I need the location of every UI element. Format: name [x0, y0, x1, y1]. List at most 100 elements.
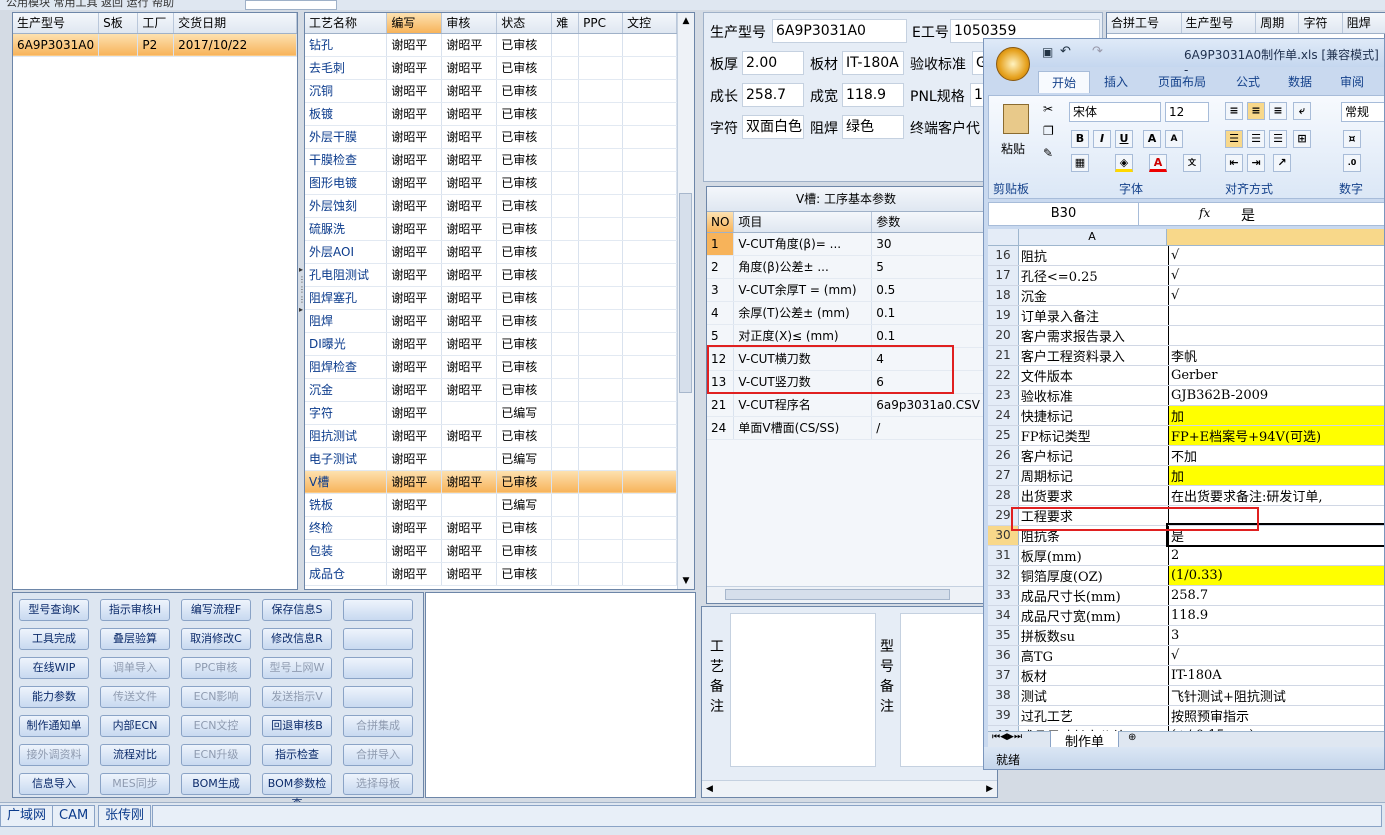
align-center-icon[interactable]: ☰: [1247, 130, 1265, 148]
cell-a[interactable]: 文件版本: [1018, 365, 1169, 386]
grow-font-icon[interactable]: A: [1143, 130, 1161, 148]
row-header[interactable]: 31: [988, 545, 1019, 566]
process-col-header[interactable]: 工艺名称: [305, 13, 388, 34]
row-header[interactable]: 17: [988, 265, 1019, 286]
cell-b[interactable]: √: [1168, 265, 1384, 286]
combo-col-header[interactable]: 周期: [1255, 13, 1300, 34]
cell-b[interactable]: [1168, 305, 1384, 326]
action-button[interactable]: ECN升级: [181, 744, 251, 766]
combo-col-header[interactable]: 阻焊: [1342, 13, 1385, 34]
shrink-font-icon[interactable]: A: [1165, 130, 1183, 148]
name-box[interactable]: B30: [989, 203, 1139, 225]
row-header[interactable]: 32: [988, 565, 1019, 586]
sheet-row[interactable]: 26 客户标记 不加: [988, 445, 1384, 466]
ribbon-tab[interactable]: 数据: [1274, 71, 1326, 93]
cell-a[interactable]: 快捷标记: [1018, 405, 1169, 426]
align-bottom-icon[interactable]: ≡: [1269, 102, 1287, 120]
action-button[interactable]: 能力参数: [19, 686, 89, 708]
action-button[interactable]: 内部ECN: [100, 715, 170, 737]
action-button[interactable]: 制作通知单: [19, 715, 89, 737]
sheet-row[interactable]: 36 高TG √: [988, 645, 1384, 666]
cell-b[interactable]: 118.9: [1168, 605, 1384, 626]
sheet-row[interactable]: 24 快捷标记加: [988, 405, 1384, 426]
action-button[interactable]: 流程对比: [100, 744, 170, 766]
action-button[interactable]: BOM生成: [181, 773, 251, 795]
sheet-row[interactable]: 22 文件版本 Gerber: [988, 365, 1384, 386]
cell-b[interactable]: 不加: [1168, 445, 1384, 466]
process-row[interactable]: 铣板 谢昭平 已编写: [305, 493, 677, 517]
row-header[interactable]: 37: [988, 665, 1019, 686]
action-button[interactable]: 修改信息R: [262, 628, 332, 650]
row-header[interactable]: 16: [988, 245, 1019, 266]
cell-a[interactable]: 拼板数su: [1018, 625, 1169, 646]
action-button[interactable]: PPC审核: [181, 657, 251, 679]
row-header[interactable]: 28: [988, 485, 1019, 506]
action-button[interactable]: [343, 599, 413, 621]
align-right-icon[interactable]: ☰: [1269, 130, 1287, 148]
process-row[interactable]: 沉金 谢昭平 谢昭平 已审核: [305, 378, 677, 402]
sheet-row[interactable]: 19 订单录入备注: [988, 305, 1384, 326]
font-name-select[interactable]: 宋体: [1069, 102, 1161, 122]
action-button[interactable]: 指示检查: [262, 744, 332, 766]
process-row[interactable]: 去毛刺 谢昭平 谢昭平 已审核: [305, 56, 677, 80]
formula-input[interactable]: 是: [1241, 205, 1255, 225]
action-button[interactable]: 发送指示V: [262, 686, 332, 708]
excel-window[interactable]: ▣ ↶ ↷ 6A9P3031A0制作单.xls [兼容模式] - 开始 插入 页面布…: [983, 38, 1385, 770]
mask-field[interactable]: 绿色: [842, 115, 904, 139]
insert-sheet-icon[interactable]: ⊕: [1128, 732, 1136, 743]
cell-b[interactable]: Gerber: [1168, 365, 1384, 386]
top-search-box[interactable]: [245, 0, 337, 10]
process-row[interactable]: 终检 谢昭平 谢昭平 已审核: [305, 516, 677, 540]
row-header[interactable]: 20: [988, 325, 1019, 346]
action-button[interactable]: BOM参数检查: [262, 773, 332, 810]
cell-a[interactable]: 阻抗: [1018, 245, 1169, 266]
action-button[interactable]: 型号上网W: [262, 657, 332, 679]
cell-a[interactable]: 成品尺寸宽(mm): [1018, 605, 1169, 626]
process-row[interactable]: 成品仓 谢昭平 谢昭平 已审核: [305, 562, 677, 586]
sheet-row[interactable]: 39 过孔工艺 按照预审指示: [988, 705, 1384, 726]
action-button[interactable]: 传送文件: [100, 686, 170, 708]
cell-b[interactable]: √: [1168, 245, 1384, 266]
row-header[interactable]: 33: [988, 585, 1019, 606]
ribbon-tab[interactable]: 审阅: [1326, 71, 1378, 93]
merge-cells-icon[interactable]: ⊞: [1293, 130, 1311, 148]
wrap-text-icon[interactable]: ⤶: [1293, 102, 1311, 120]
border-icon[interactable]: ▦: [1071, 154, 1089, 172]
sheet-row[interactable]: 37 板材 IT-180A: [988, 665, 1384, 686]
sheet-row[interactable]: 33 成品尺寸长(mm) 258.7: [988, 585, 1384, 606]
cell-b[interactable]: 按照预审指示: [1168, 705, 1384, 726]
paste-label[interactable]: 粘贴: [1001, 140, 1025, 157]
fx-icon[interactable]: fx: [1199, 206, 1210, 220]
cell-b[interactable]: 2: [1168, 545, 1384, 566]
row-header[interactable]: 26: [988, 445, 1019, 466]
cell-a[interactable]: 订单录入备注: [1018, 305, 1169, 326]
sheet-row[interactable]: 27 周期标记加: [988, 465, 1384, 486]
row-header[interactable]: 21: [988, 345, 1019, 366]
process-col-header[interactable]: 文控: [622, 13, 677, 34]
cell-b[interactable]: 李帆: [1168, 345, 1384, 366]
cell-b[interactable]: 在出货要求备注:研发订单,: [1168, 485, 1384, 506]
cell-a[interactable]: 高TG: [1018, 645, 1169, 666]
combo-col-header[interactable]: 生产型号: [1181, 13, 1257, 34]
sheet-rows[interactable]: 16 阻抗 √ 17 孔径<=0.25 √ 18 沉金 √ 19 订单录入备注 20 客户需求报告录入 2…: [988, 245, 1384, 731]
process-row[interactable]: 外层干膜 谢昭平 谢昭平 已审核: [305, 125, 677, 149]
sheet-row[interactable]: 18 沉金 √: [988, 285, 1384, 306]
material-field[interactable]: IT-180A: [842, 51, 904, 75]
cell-a[interactable]: 验收标准: [1018, 385, 1169, 406]
action-button[interactable]: [343, 686, 413, 708]
orientation-icon[interactable]: ↗: [1273, 154, 1291, 172]
process-remark-box[interactable]: [730, 613, 876, 767]
row-header[interactable]: 27: [988, 465, 1019, 486]
column-header-b[interactable]: [1166, 229, 1384, 246]
sheet-nav-icon[interactable]: ⏮◀▶⏭: [992, 732, 1022, 742]
action-button[interactable]: 在线WIP: [19, 657, 89, 679]
scroll-thumb[interactable]: [679, 193, 692, 393]
combo-col-header[interactable]: 合拼工号: [1107, 13, 1182, 34]
select-all-corner[interactable]: [988, 229, 1019, 246]
row-header[interactable]: 34: [988, 605, 1019, 626]
scroll-up-icon[interactable]: ▲: [678, 13, 694, 29]
row-header[interactable]: 23: [988, 385, 1019, 406]
vcut-row[interactable]: 1 V-CUT角度(β)= ... 30: [707, 232, 985, 256]
decimal-icon[interactable]: .0: [1343, 154, 1361, 172]
align-top-icon[interactable]: ≡: [1225, 102, 1243, 120]
